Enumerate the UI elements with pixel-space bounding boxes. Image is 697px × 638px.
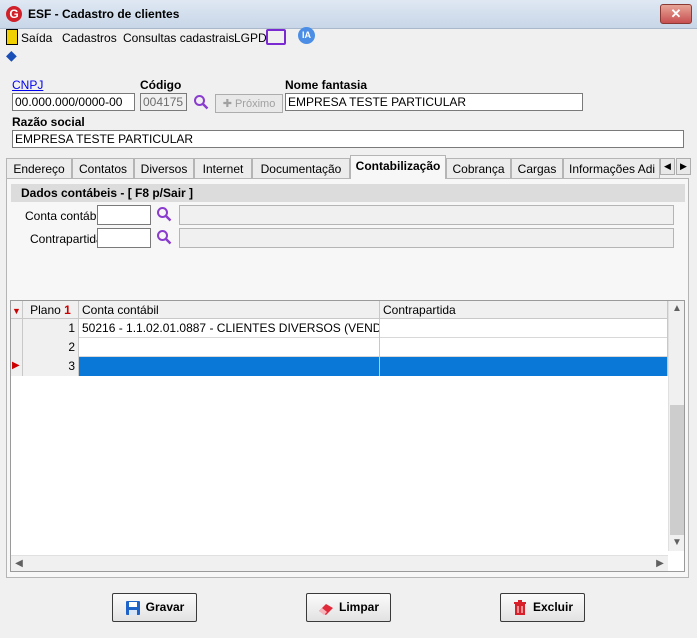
menu-consultas-cadastrais[interactable]: Consultas cadastrais: [123, 30, 234, 46]
save-button-label: Gravar: [145, 600, 185, 614]
scroll-left-arrow-icon[interactable]: ◀: [11, 556, 27, 571]
cnpj-label[interactable]: CNPJ: [12, 78, 43, 92]
column-header-plano[interactable]: Plano 1: [23, 301, 79, 319]
floppy-disk-icon: [125, 600, 140, 615]
menu-cadastros[interactable]: Cadastros: [62, 30, 117, 46]
save-button[interactable]: Gravar: [112, 593, 197, 622]
row-indicator: [11, 338, 23, 357]
nome-fantasia-field[interactable]: EMPRESA TESTE PARTICULAR: [285, 93, 583, 111]
contrapartida-code-field[interactable]: [97, 228, 151, 248]
sort-indicator: 1: [64, 303, 71, 317]
razao-social-label: Razão social: [12, 115, 85, 129]
tab-documentacao[interactable]: Documentação: [252, 158, 350, 178]
tab-endereco[interactable]: Endereço: [6, 158, 72, 178]
tab-scroll-right-button[interactable]: ▶: [676, 158, 691, 175]
scroll-right-arrow-icon[interactable]: ▶: [652, 556, 668, 571]
column-plano-label: Plano: [30, 303, 61, 317]
table-row-selected[interactable]: ▶ 3: [11, 357, 668, 376]
table-row[interactable]: 1 50216 - 1.1.02.01.0887 - CLIENTES DIVE…: [11, 319, 668, 338]
cell-conta-contabil[interactable]: [79, 357, 380, 376]
clear-button-label: Limpar: [338, 600, 379, 614]
cell-plano: 3: [23, 357, 79, 376]
nome-fantasia-label: Nome fantasia: [285, 78, 368, 92]
ia-assistant-icon[interactable]: IA: [298, 27, 315, 44]
app-logo-icon: G: [6, 6, 22, 22]
tab-scroll-left-button[interactable]: ◀: [660, 158, 675, 175]
cnpj-field[interactable]: 00.000.000/0000-00: [12, 93, 135, 111]
exit-door-icon[interactable]: [6, 29, 18, 45]
menu-saida[interactable]: Saída: [21, 30, 52, 46]
cell-conta-contabil[interactable]: 50216 - 1.1.02.01.0887 - CLIENTES DIVERS…: [79, 319, 380, 338]
scroll-down-arrow-icon[interactable]: ▼: [669, 535, 684, 551]
cell-contrapartida[interactable]: [380, 338, 668, 357]
monitor-icon[interactable]: [266, 29, 286, 45]
tab-informacoes-adicionais[interactable]: Informações Adi: [563, 158, 660, 178]
accounting-grid[interactable]: ▼ Plano 1 Conta contábil Contrapartida 1…: [10, 300, 685, 572]
tab-cobranca[interactable]: Cobrança: [446, 158, 511, 178]
tab-diversos[interactable]: Diversos: [134, 158, 194, 178]
conta-contabil-description-field: [179, 205, 674, 225]
razao-social-field[interactable]: EMPRESA TESTE PARTICULAR: [12, 130, 684, 148]
tab-contatos[interactable]: Contatos: [72, 158, 134, 178]
cell-contrapartida[interactable]: [380, 319, 668, 338]
current-row-arrow-icon: ▶: [11, 357, 23, 376]
vertical-scrollbar[interactable]: ▲ ▼: [668, 301, 684, 551]
column-header-conta-contabil[interactable]: Conta contábil: [79, 301, 380, 319]
cell-contrapartida[interactable]: [380, 357, 668, 376]
search-icon[interactable]: [156, 229, 172, 245]
scroll-up-arrow-icon[interactable]: ▲: [669, 301, 684, 317]
section-header: Dados contábeis - [ F8 p/Sair ]: [11, 184, 685, 202]
delete-button-label: Excluir: [532, 600, 574, 614]
search-icon[interactable]: [156, 206, 172, 222]
codigo-field[interactable]: 004175: [140, 93, 187, 111]
shortcut-icon[interactable]: ◆: [6, 48, 20, 62]
tab-contabilizacao[interactable]: Contabilização: [350, 155, 446, 179]
cell-conta-contabil[interactable]: [79, 338, 380, 357]
cell-plano: 2: [23, 338, 79, 357]
scrollbar-thumb[interactable]: [670, 405, 684, 535]
row-indicator: [11, 319, 23, 338]
tab-cargas[interactable]: Cargas: [511, 158, 563, 178]
column-header-contrapartida[interactable]: Contrapartida: [380, 301, 668, 319]
codigo-label: Código: [140, 78, 182, 92]
conta-contabil-label: Conta contábil: [25, 209, 102, 223]
conta-contabil-code-field[interactable]: [97, 205, 151, 225]
close-button[interactable]: ✕: [660, 4, 692, 24]
next-button-label: Próximo: [234, 98, 276, 110]
contrapartida-label: Contrapartida: [30, 232, 103, 246]
search-icon[interactable]: [193, 94, 209, 110]
next-button[interactable]: ✚ Próximo: [215, 94, 283, 113]
window-title: ESF - Cadastro de clientes: [28, 7, 180, 21]
plus-icon: ✚: [222, 98, 235, 110]
cell-plano: 1: [23, 319, 79, 338]
trash-icon: [513, 599, 526, 615]
delete-button[interactable]: Excluir: [500, 593, 585, 622]
tab-internet[interactable]: Internet: [194, 158, 252, 178]
horizontal-scrollbar[interactable]: ◀ ▶: [11, 555, 668, 571]
clear-button[interactable]: Limpar: [306, 593, 391, 622]
menu-lgpd[interactable]: LGPD: [234, 30, 267, 46]
grid-menu-icon[interactable]: ▼: [11, 301, 23, 319]
contrapartida-description-field: [179, 228, 674, 248]
table-row[interactable]: 2: [11, 338, 668, 357]
eraser-icon: [318, 603, 333, 615]
